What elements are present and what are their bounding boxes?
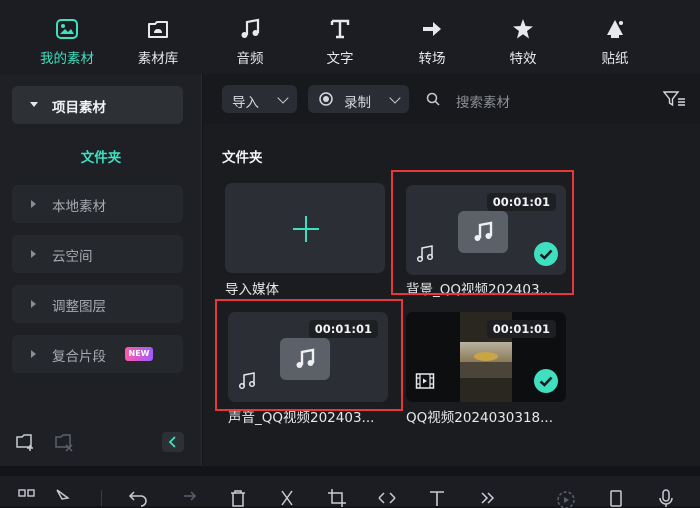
sidebar-item-label: 本地素材 — [52, 199, 106, 215]
media-card-video[interactable]: 00:01:01 — [406, 312, 566, 402]
collapsed-triangle-icon — [31, 250, 36, 258]
delete-icon[interactable] — [228, 488, 248, 508]
tab-transition[interactable]: 转场 — [392, 0, 472, 74]
sidebar-folder-label[interactable]: 文件夹 — [0, 146, 202, 166]
collapse-panel-button[interactable] — [162, 432, 184, 452]
tab-label: 音频 — [236, 51, 264, 67]
highlight-box — [391, 170, 574, 295]
record-dropdown[interactable]: 录制 — [308, 85, 409, 113]
tab-label: 转场 — [418, 51, 446, 67]
filter-bar: 导入 录制 搜索素材 — [203, 74, 700, 124]
tab-label: 文字 — [326, 51, 354, 67]
tab-audio[interactable]: 音频 — [210, 0, 290, 74]
video-type-icon — [415, 373, 435, 389]
chevron-down-icon — [389, 92, 401, 104]
microphone-icon[interactable] — [656, 488, 676, 508]
tab-label: 我的素材 — [40, 51, 94, 67]
pointer-icon[interactable] — [53, 488, 73, 508]
sidebar-item-project-media[interactable]: 项目素材 — [12, 86, 183, 124]
text-icon — [330, 19, 350, 39]
render-icon[interactable] — [556, 488, 576, 508]
timeline-toolbar — [0, 476, 700, 508]
section-title: 文件夹 — [222, 150, 263, 166]
sidebar-item-local-media[interactable]: 本地素材 — [12, 185, 183, 223]
new-badge: NEW — [125, 347, 153, 361]
tab-label: 素材库 — [137, 51, 179, 67]
search-icon — [426, 92, 440, 106]
media-content: 导入 录制 搜索素材 文件夹 导入媒体 00:01:01 背景_QQ视频2024… — [203, 74, 700, 466]
tab-stock-media[interactable]: 素材库 — [118, 0, 198, 74]
sidebar-item-adjustment-layer[interactable]: 调整图层 — [12, 285, 183, 323]
stock-media-icon — [148, 21, 168, 38]
layout-icon[interactable] — [17, 488, 37, 508]
sidebar-item-compound-clip[interactable]: 复合片段 NEW — [12, 335, 183, 373]
delete-folder-icon[interactable] — [54, 432, 74, 452]
sidebar-item-cloud[interactable]: 云空间 — [12, 235, 183, 273]
plus-icon — [293, 216, 319, 242]
text-tool-icon[interactable] — [427, 488, 447, 508]
speed-icon[interactable] — [377, 488, 397, 508]
import-dropdown[interactable]: 导入 — [222, 85, 297, 113]
split-icon[interactable] — [277, 488, 297, 508]
sidebar-item-label: 云空间 — [52, 249, 93, 265]
search-input[interactable]: 搜索素材 — [456, 91, 510, 111]
collapsed-triangle-icon — [31, 300, 36, 308]
import-media-card[interactable] — [225, 183, 385, 273]
import-media-label: 导入媒体 — [225, 282, 279, 298]
undo-icon[interactable] — [128, 488, 148, 508]
media-name: QQ视频2024030318... — [406, 410, 554, 426]
expand-triangle-icon — [30, 102, 38, 107]
redo-icon[interactable] — [177, 488, 197, 508]
crop-icon[interactable] — [327, 488, 347, 508]
record-icon — [319, 92, 333, 106]
left-panel: 项目素材 文件夹 本地素材 云空间 调整图层 复合片段 NEW — [0, 74, 202, 466]
sticker-icon — [607, 20, 623, 38]
tab-label: 贴纸 — [601, 51, 629, 67]
transition-icon — [423, 22, 441, 36]
chevron-down-icon — [277, 92, 289, 104]
tab-my-media[interactable]: 我的素材 — [27, 0, 107, 74]
tab-effects[interactable]: 特效 — [483, 0, 563, 74]
chevron-left-icon — [168, 436, 176, 448]
effects-icon — [513, 19, 533, 39]
marker-icon[interactable] — [606, 488, 626, 508]
duration-badge: 00:01:01 — [486, 320, 556, 338]
music-note-icon — [241, 18, 260, 38]
more-tools-icon[interactable] — [478, 488, 498, 508]
top-toolbar: 我的素材 素材库 音频 文字 转场 特效 贴纸 — [0, 0, 700, 74]
tab-sticker[interactable]: 贴纸 — [575, 0, 655, 74]
new-folder-icon[interactable] — [15, 432, 35, 452]
collapsed-triangle-icon — [31, 350, 36, 358]
tab-label: 特效 — [509, 51, 537, 67]
sidebar-item-label: 复合片段 — [52, 349, 106, 365]
my-media-icon — [56, 19, 78, 39]
highlight-box — [215, 299, 403, 411]
divider — [101, 490, 102, 506]
sidebar-item-label: 项目素材 — [52, 100, 106, 116]
collapsed-triangle-icon — [31, 200, 36, 208]
import-label: 导入 — [232, 95, 259, 111]
filter-icon[interactable] — [663, 90, 687, 108]
sidebar-item-label: 调整图层 — [52, 299, 106, 315]
tab-text[interactable]: 文字 — [300, 0, 380, 74]
record-label: 录制 — [344, 95, 371, 111]
checkmark-icon — [534, 369, 558, 393]
